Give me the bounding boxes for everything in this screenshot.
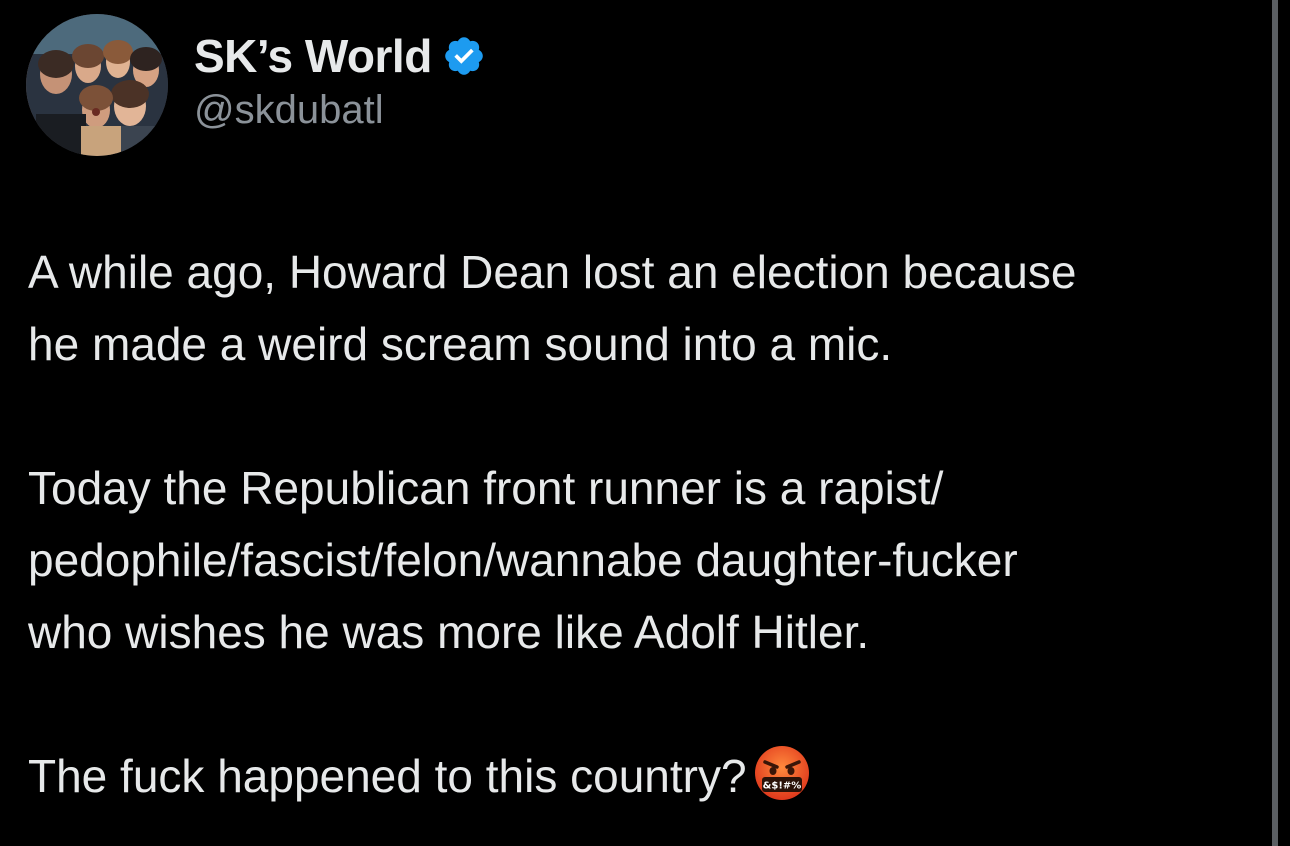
cursing-face-icon: &$!#% bbox=[753, 744, 811, 802]
tweet-paragraph: Today the Republican front runner is a r… bbox=[28, 462, 1018, 658]
scrollbar-thumb[interactable] bbox=[1272, 0, 1278, 846]
verified-badge-icon bbox=[442, 34, 486, 78]
tweet-paragraph-text: The fuck happened to this country? bbox=[28, 750, 747, 802]
author-display-name[interactable]: SK’s World bbox=[194, 29, 432, 83]
author-handle[interactable]: @skdubatl bbox=[194, 88, 384, 133]
tweet-paragraph: A while ago, Howard Dean lost an electio… bbox=[28, 246, 1077, 370]
avatar-photo bbox=[26, 14, 168, 156]
tweet-paragraph-last: The fuck happened to this country? &$!#% bbox=[28, 740, 1268, 812]
author-name-row: SK’s World bbox=[194, 26, 486, 86]
avatar[interactable] bbox=[26, 14, 168, 156]
tweet-card: SK’s World @skdubatl A while ago, Howard… bbox=[0, 0, 1270, 846]
tweet-body: A while ago, Howard Dean lost an electio… bbox=[28, 236, 1268, 812]
scrollbar-track[interactable] bbox=[1270, 0, 1290, 846]
emoji-symbols: &$!#% bbox=[762, 781, 801, 792]
